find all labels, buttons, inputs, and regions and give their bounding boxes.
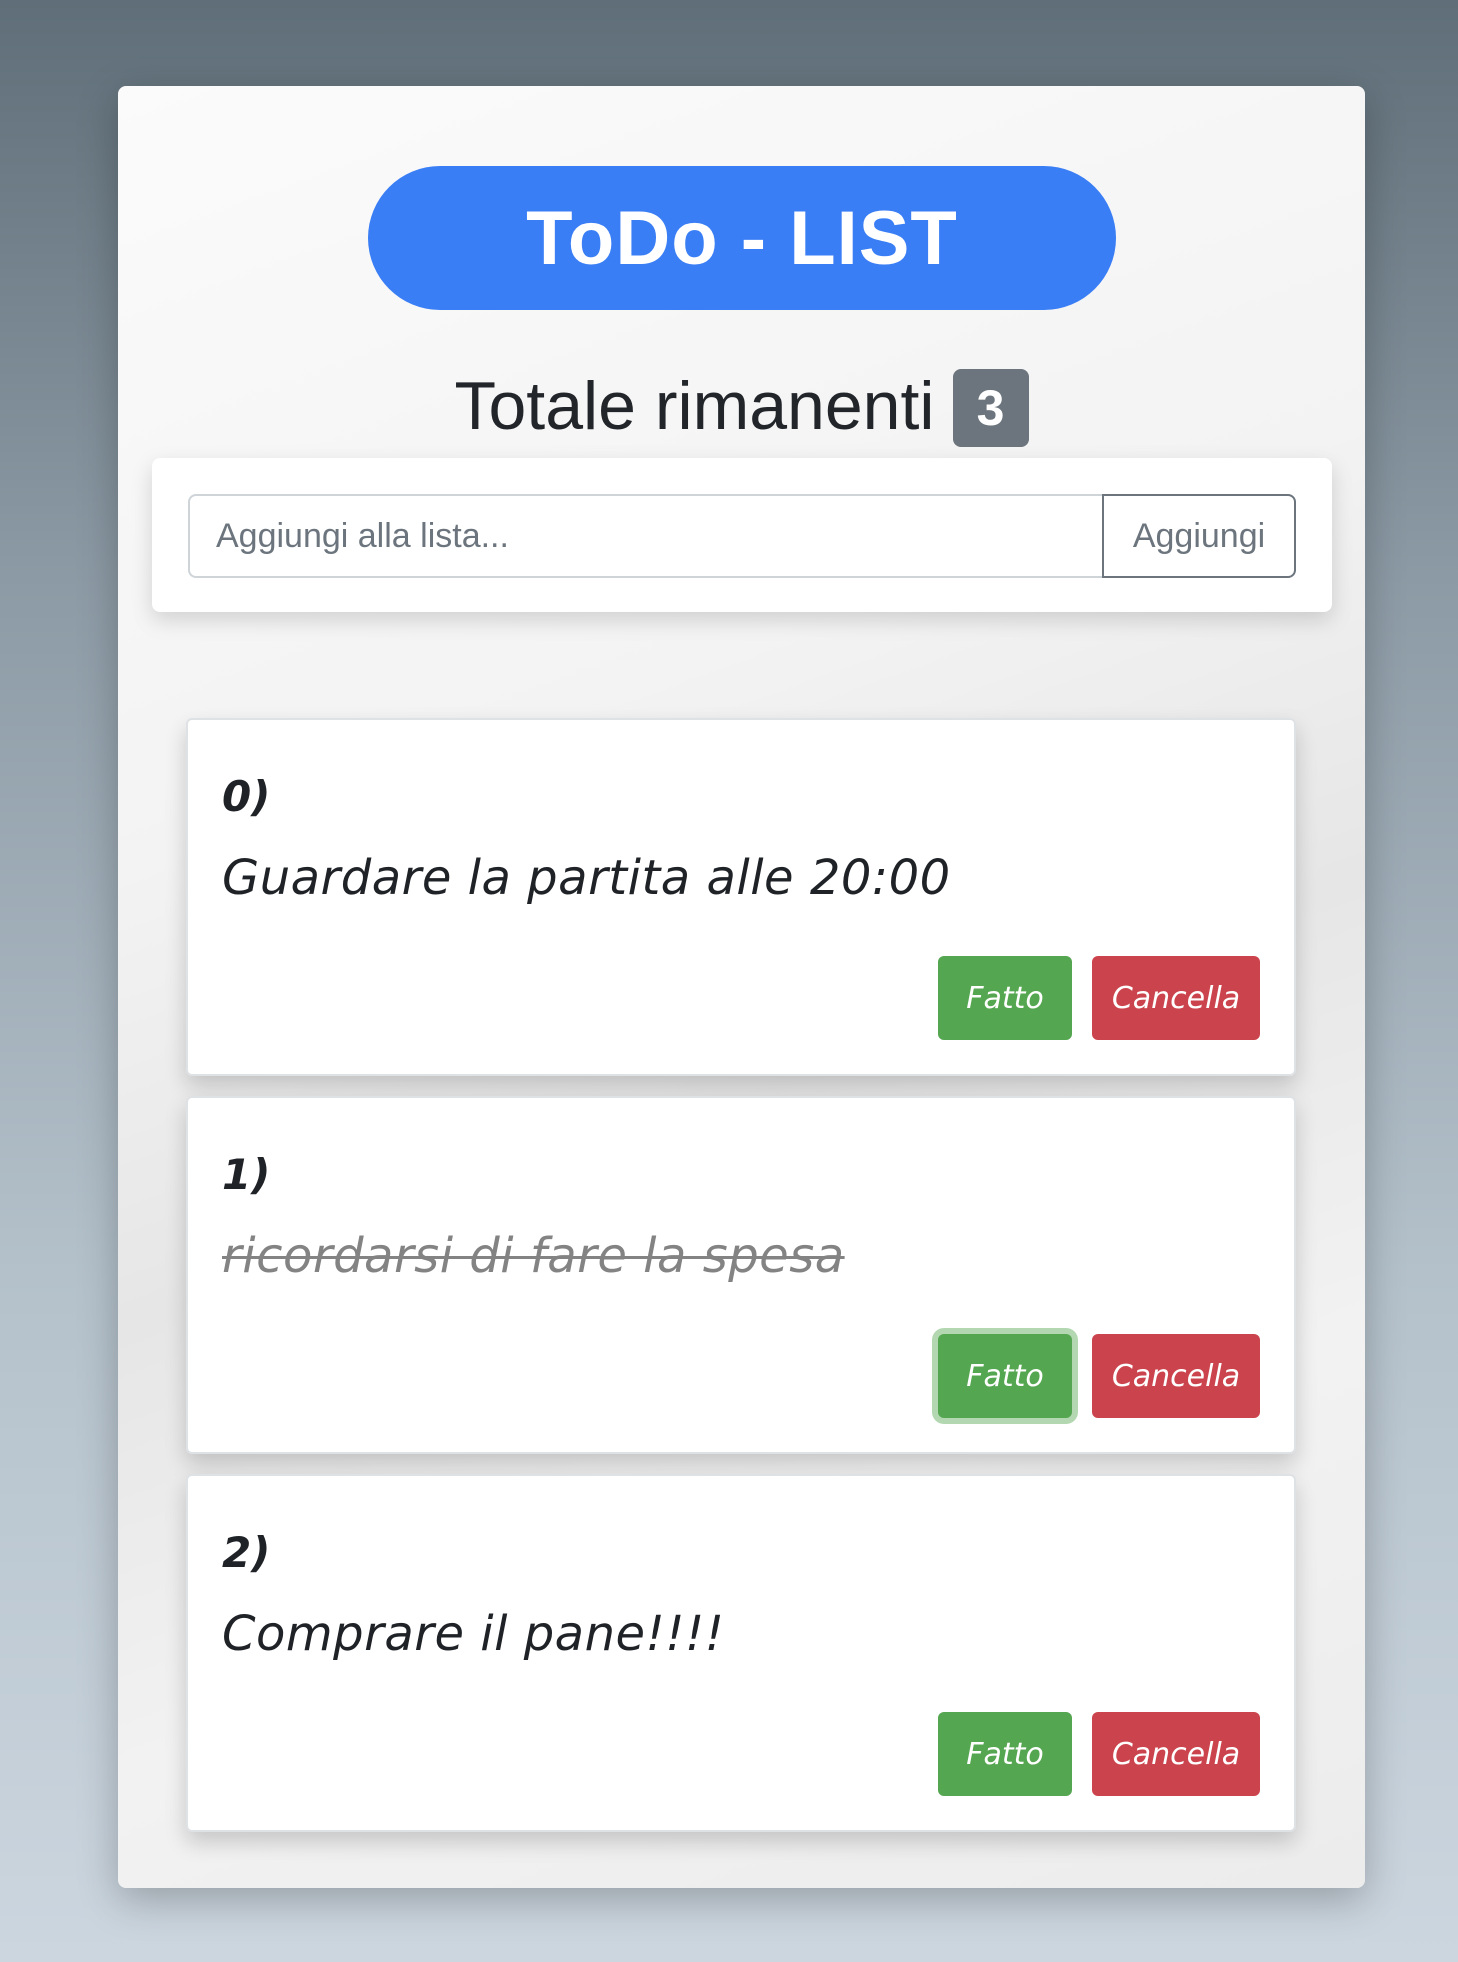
task-text: Guardare la partita alle 20:00 xyxy=(222,850,951,906)
task-card: 2) Comprare il pane!!!! Fatto Cancella xyxy=(186,1474,1296,1832)
delete-task-button[interactable]: Cancella xyxy=(1092,956,1260,1040)
add-task-input-group: Aggiungi xyxy=(188,494,1296,578)
add-task-card: Aggiungi xyxy=(152,458,1332,612)
remaining-label: Totale rimanenti xyxy=(454,368,935,444)
task-index: 2) xyxy=(222,1528,271,1577)
todo-panel: ToDo - LIST Totale rimanenti 3 Aggiungi … xyxy=(118,86,1365,1888)
delete-task-button[interactable]: Cancella xyxy=(1092,1334,1260,1418)
add-task-button[interactable]: Aggiungi xyxy=(1102,494,1296,578)
task-text: Comprare il pane!!!! xyxy=(222,1606,725,1662)
mark-done-button[interactable]: Fatto xyxy=(938,1334,1072,1418)
app-title: ToDo - LIST xyxy=(368,166,1116,310)
mark-done-button[interactable]: Fatto xyxy=(938,956,1072,1040)
delete-task-button[interactable]: Cancella xyxy=(1092,1712,1260,1796)
task-list: 0) Guardare la partita alle 20:00 Fatto … xyxy=(186,718,1296,1852)
task-card: 1) ricordarsi di fare la spesa Fatto Can… xyxy=(186,1096,1296,1454)
mark-done-button[interactable]: Fatto xyxy=(938,1712,1072,1796)
task-index: 1) xyxy=(222,1150,271,1199)
task-card: 0) Guardare la partita alle 20:00 Fatto … xyxy=(186,718,1296,1076)
remaining-count-badge: 3 xyxy=(952,369,1029,447)
add-task-input[interactable] xyxy=(188,494,1102,578)
task-text-completed: ricordarsi di fare la spesa xyxy=(222,1228,845,1284)
task-index: 0) xyxy=(222,772,271,821)
remaining-summary: Totale rimanenti 3 xyxy=(118,362,1365,450)
